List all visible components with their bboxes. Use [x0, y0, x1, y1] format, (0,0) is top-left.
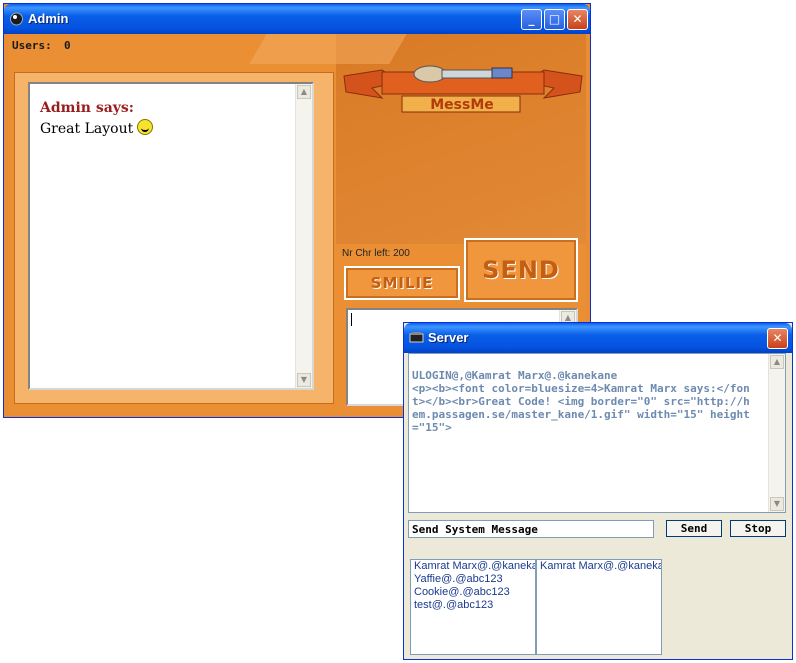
users-label: Users:	[12, 39, 52, 52]
maximize-icon: □	[548, 12, 561, 26]
minimize-icon: _	[528, 12, 535, 26]
server-client-area: ULOGIN@,@Kamrat Marx@.@kanekane <p><b><f…	[408, 353, 788, 655]
chat-message: Great Layout	[40, 119, 154, 137]
text-caret	[351, 313, 352, 326]
server-window: Server ✕ ULOGIN@,@Kamrat Marx@.@kanekane…	[403, 322, 793, 660]
chat-sender: Admin says:	[40, 100, 134, 116]
maximize-button[interactable]: □	[544, 9, 565, 30]
list-item[interactable]: Kamrat Marx@.@kanekane	[411, 560, 535, 573]
scroll-up-icon[interactable]: ▲	[297, 85, 311, 99]
close-icon: ✕	[772, 331, 783, 345]
scroll-down-icon[interactable]: ▼	[770, 497, 784, 511]
scroll-up-icon[interactable]: ▲	[770, 355, 784, 369]
user-list-left[interactable]: Kamrat Marx@.@kanekane Yaffie@.@abc123 C…	[410, 559, 536, 655]
server-close-button[interactable]: ✕	[767, 328, 788, 349]
close-button[interactable]: ✕	[567, 9, 588, 30]
close-icon: ✕	[572, 12, 583, 26]
scroll-down-icon[interactable]: ▼	[297, 373, 311, 387]
system-message-input[interactable]	[408, 520, 654, 538]
list-item[interactable]: test@.@abc123	[411, 599, 535, 612]
server-log[interactable]: ULOGIN@,@Kamrat Marx@.@kanekane <p><b><f…	[408, 353, 786, 513]
server-send-button[interactable]: Send	[666, 520, 722, 537]
chars-left-counter: Nr Chr left: 200	[342, 248, 410, 259]
list-item[interactable]: Yaffie@.@abc123	[411, 573, 535, 586]
app-icon	[10, 12, 23, 26]
server-titlebar[interactable]: Server ✕	[404, 323, 792, 353]
server-log-text: ULOGIN@,@Kamrat Marx@.@kanekane <p><b><f…	[412, 369, 750, 434]
send-button[interactable]: SEND	[464, 238, 578, 302]
list-item[interactable]: Kamrat Marx@.@kanekane	[537, 560, 661, 573]
logo-text: MessMe	[430, 97, 494, 113]
user-list-right[interactable]: Kamrat Marx@.@kanekane	[536, 559, 662, 655]
minimize-button[interactable]: _	[521, 9, 542, 30]
log-scrollbar[interactable]: ▲ ▼	[768, 354, 785, 512]
users-count: 0	[64, 39, 71, 52]
admin-titlebar[interactable]: Admin _ □ ✕	[4, 4, 590, 34]
list-item[interactable]: Cookie@.@abc123	[411, 586, 535, 599]
chat-display[interactable]: Admin says: Great Layout ▲ ▼	[28, 82, 314, 390]
send-button-label: SEND	[482, 256, 560, 284]
messme-logo: MessMe	[343, 65, 583, 113]
chat-scrollbar[interactable]: ▲ ▼	[295, 84, 312, 388]
chat-message-text: Great Layout	[40, 121, 134, 137]
server-stop-button[interactable]: Stop	[730, 520, 786, 537]
decorative-stripe	[249, 34, 407, 64]
smilie-button[interactable]: SMILIE	[344, 266, 460, 300]
server-window-title: Server	[428, 330, 469, 345]
admin-window-title: Admin	[28, 11, 69, 26]
smilie-button-label: SMILIE	[370, 274, 434, 292]
server-icon	[409, 332, 424, 343]
smiley-icon	[137, 119, 154, 135]
